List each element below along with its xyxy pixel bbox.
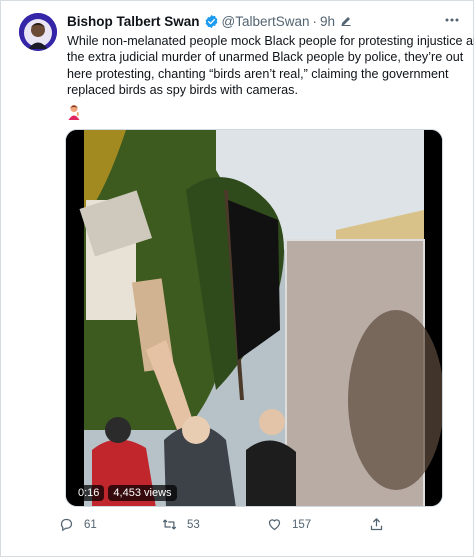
timestamp[interactable]: 9h [320, 14, 335, 29]
like-count: 157 [292, 518, 312, 531]
retweet-icon [162, 519, 177, 530]
video-meta: 0:16 4,453 views [73, 485, 177, 501]
tweet-text: While non-melanated people mock Black pe… [67, 33, 474, 99]
tweet-text-line: replaced birds as spy birds with cameras… [67, 83, 298, 98]
tweet-card[interactable]: Bishop Talbert Swan @TalbertSwan · 9h Wh… [0, 0, 474, 557]
like-button[interactable]: 157 [267, 517, 311, 532]
reply-count: 61 [84, 518, 97, 531]
separator-dot: · [312, 13, 318, 29]
retweet-button[interactable]: 53 [162, 517, 200, 532]
share-button[interactable] [369, 517, 384, 532]
edit-icon [340, 15, 352, 27]
tweet-text-line: While non-melanated people mock Black pe… [67, 34, 474, 48]
more-icon[interactable] [443, 13, 461, 27]
video-views: 4,453 views [108, 485, 177, 501]
retweet-count: 53 [187, 518, 200, 531]
reply-icon [60, 518, 73, 532]
author-name[interactable]: Bishop Talbert Swan [67, 14, 200, 29]
video-frame [66, 130, 442, 506]
tweet-text-line: here protesting, chanting “birds aren’t … [67, 66, 449, 81]
tweet-actions: 61 53 157 [59, 517, 439, 537]
author-handle[interactable]: @TalbertSwan [222, 14, 310, 29]
tweet-header: Bishop Talbert Swan @TalbertSwan · 9h [67, 12, 459, 30]
avatar[interactable] [19, 13, 57, 51]
video-player[interactable] [65, 129, 443, 507]
reply-button[interactable]: 61 [59, 517, 97, 532]
verified-badge-icon [204, 14, 219, 29]
share-icon [370, 518, 383, 531]
like-icon [268, 519, 281, 531]
video-duration: 0:16 [73, 485, 105, 501]
tweet-text-line: the extra judicial murder of unarmed Bla… [67, 50, 464, 65]
person-gesturing-emoji [67, 104, 81, 121]
